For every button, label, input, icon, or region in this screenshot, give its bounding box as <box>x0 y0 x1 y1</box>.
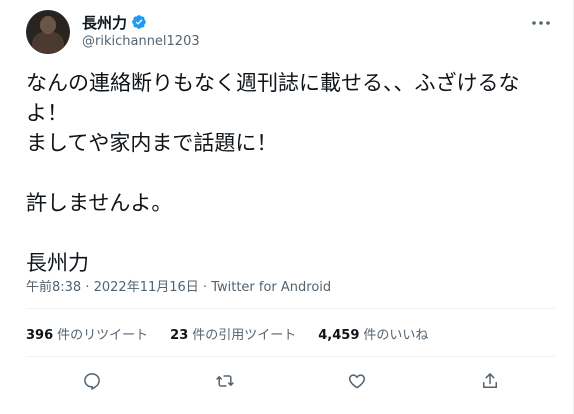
meta-separator: · <box>81 280 94 295</box>
verified-badge-icon <box>131 14 147 30</box>
like-count-stat[interactable]: 4,459 件のいいね <box>318 324 428 344</box>
avatar[interactable] <box>26 10 70 54</box>
retweet-count: 396 <box>26 328 54 343</box>
share-icon[interactable] <box>475 366 505 396</box>
tweet-timestamp[interactable]: 午前8:38 <box>26 280 81 295</box>
quote-label: 件の引用ツイート <box>192 328 297 343</box>
tweet-text: なんの連絡断りもなく週刊誌に載せる、、ふざけるなよ！ ましてや家内まで話題に！ … <box>26 71 520 275</box>
more-options-icon[interactable] <box>529 14 553 32</box>
reply-icon[interactable] <box>77 366 107 396</box>
retweet-icon[interactable] <box>210 366 240 396</box>
tweet-stats: 396 件のリツイート 23 件の引用ツイート 4,459 件のいいね <box>26 324 428 344</box>
meta-separator: · <box>198 280 212 295</box>
tweet-actions <box>26 366 556 396</box>
like-label: 件のいいね <box>363 328 429 343</box>
divider <box>26 308 556 309</box>
display-name[interactable]: 長州力 <box>82 12 127 33</box>
tweet-source[interactable]: Twitter for Android <box>211 280 331 295</box>
author-name-row[interactable]: 長州力 <box>82 12 147 32</box>
user-handle[interactable]: @rikichannel1203 <box>82 34 200 49</box>
like-icon[interactable] <box>342 366 372 396</box>
tweet-date[interactable]: 2022年11月16日 <box>94 280 199 295</box>
retweet-count-stat[interactable]: 396 件のリツイート <box>26 324 148 344</box>
tweet-meta: 午前8:38 · 2022年11月16日 · Twitter for Andro… <box>26 276 331 295</box>
divider <box>26 356 556 357</box>
tweet-card: 長州力 @rikichannel1203 なんの連絡断りもなく週刊誌に載せる、、… <box>0 0 574 414</box>
quote-count-stat[interactable]: 23 件の引用ツイート <box>170 324 296 344</box>
like-count: 4,459 <box>318 328 360 343</box>
quote-count: 23 <box>170 328 189 343</box>
retweet-label: 件のリツイート <box>57 328 149 343</box>
